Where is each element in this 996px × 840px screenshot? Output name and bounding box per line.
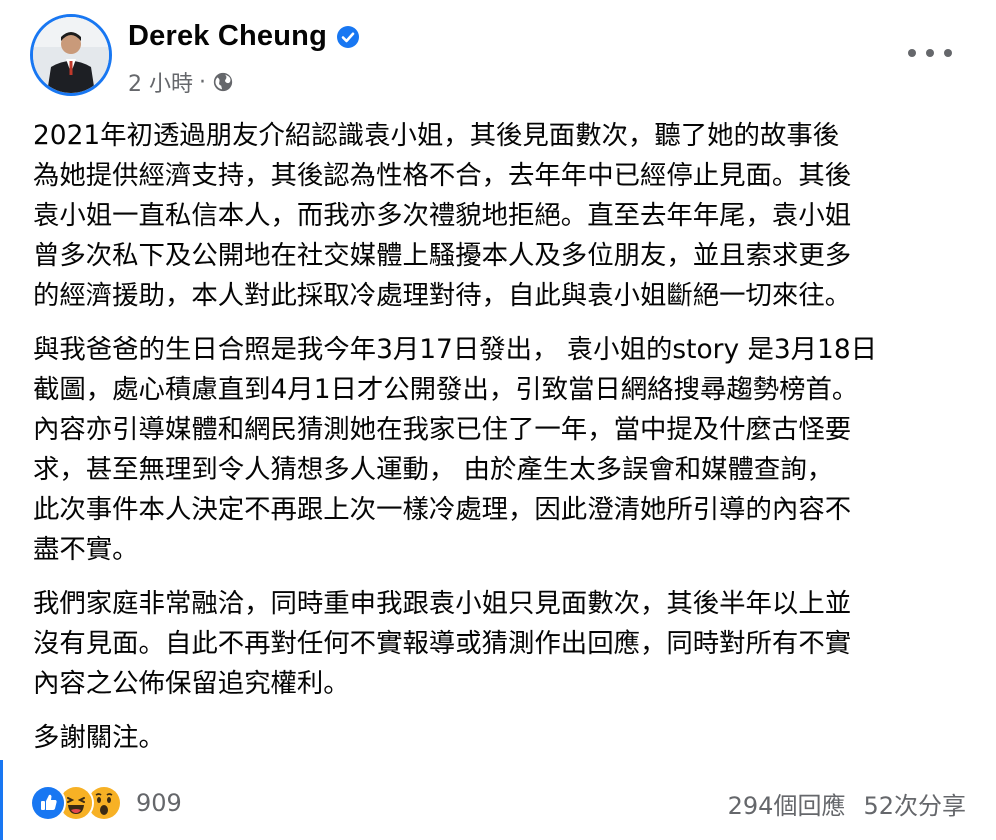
engagement-stats: 294個回應 52次分享: [728, 786, 966, 821]
more-dot-icon: [944, 49, 952, 57]
post-footer: 909 294個回應 52次分享: [30, 780, 966, 826]
shares-count-link[interactable]: 52次分享: [863, 786, 966, 821]
post-timestamp[interactable]: 2 小時: [128, 66, 193, 98]
profile-photo: [33, 17, 109, 93]
reactions-summary[interactable]: 909: [30, 785, 182, 821]
comments-count-link[interactable]: 294個回應: [728, 786, 846, 821]
meta-separator: ·: [199, 69, 206, 95]
left-accent-rule: [0, 760, 3, 840]
more-dot-icon: [926, 49, 934, 57]
post-paragraph: 與我爸爸的生日合照是我今年3月17日發出， 袁小姐的story 是3月18日 截…: [33, 334, 877, 565]
post-paragraph: 多謝關注。: [33, 722, 165, 753]
post-header: Derek Cheung 2 小時 ·: [30, 14, 970, 104]
avatar[interactable]: [30, 14, 112, 96]
verified-badge-icon: [337, 25, 359, 48]
reaction-count[interactable]: 909: [136, 789, 182, 817]
more-options-button[interactable]: [908, 38, 952, 68]
author-name[interactable]: Derek Cheung: [128, 20, 327, 53]
globe-icon[interactable]: [212, 71, 234, 93]
more-dot-icon: [908, 49, 916, 57]
like-reaction-icon: [30, 785, 66, 821]
post-paragraph: 我們家庭非常融洽，同時重申我跟袁小姐只見面數次，其後半年以上並 沒有見面。自此不…: [33, 588, 852, 699]
post-paragraph: 2021年初透過朋友介紹認識袁小姐，其後見面數次，聽了她的故事後 為她提供經濟支…: [33, 120, 852, 311]
post-body: 2021年初透過朋友介紹認識袁小姐，其後見面數次，聽了她的故事後 為她提供經濟支…: [33, 116, 968, 772]
